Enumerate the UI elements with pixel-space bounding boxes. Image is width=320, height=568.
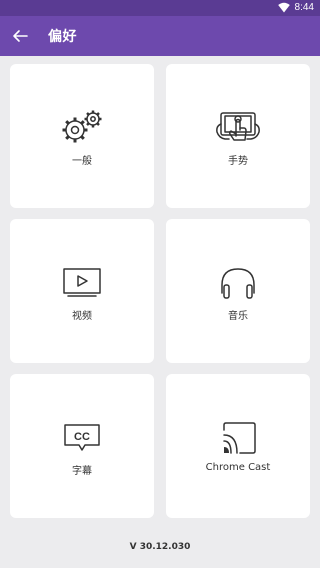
card-label: 音乐 [228,311,248,322]
app-bar: 偏好 [0,16,320,56]
card-music[interactable]: 音乐 [166,219,310,363]
card-subtitles[interactable]: CC 字幕 [10,374,154,518]
card-label: 字幕 [72,466,92,477]
gears-icon [62,110,102,143]
headphones-icon [221,268,255,299]
video-play-icon [63,268,101,297]
subtitles-cc-icon: CC [64,424,100,451]
card-general[interactable]: 一般 [10,64,154,208]
status-time: 8:44 [294,2,314,13]
chromecast-icon [223,422,256,454]
card-label: Chrome Cast [205,462,271,473]
card-label: 视频 [72,311,92,322]
card-chromecast[interactable]: Chrome Cast [166,374,310,518]
svg-text:CC: CC [74,431,90,443]
wifi-icon [278,2,290,13]
card-gestures[interactable]: 手势 [166,64,310,208]
card-label: 一般 [72,156,92,167]
version-text: V 30.12.030 [129,542,191,552]
gesture-tablet-icon [216,112,260,141]
status-bar: 8:44 [0,0,320,16]
card-label: 手势 [228,156,248,167]
arrow-back-icon[interactable] [8,24,32,48]
page-title: 偏好 [48,29,77,45]
card-video[interactable]: 视频 [10,219,154,363]
